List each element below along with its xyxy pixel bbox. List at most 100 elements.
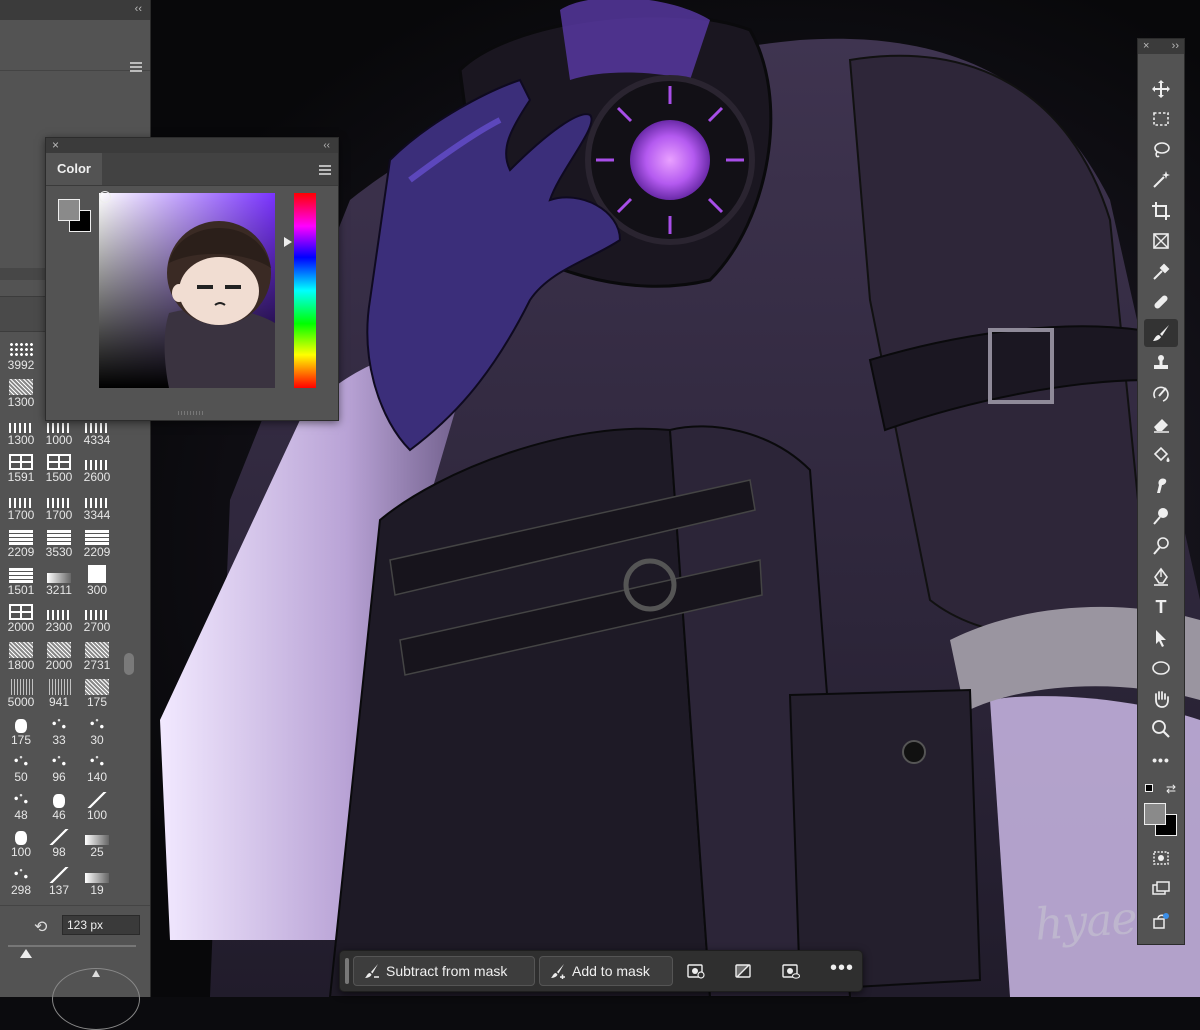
reset-angle-icon[interactable]: ⟲	[34, 917, 47, 937]
collapse-icon[interactable]: ‹‹	[135, 3, 142, 15]
lasso-tool-icon[interactable]	[1144, 136, 1178, 164]
brush-preset[interactable]: 2209	[2, 523, 40, 560]
brush-preset[interactable]: 1300	[2, 410, 40, 447]
brush-preset[interactable]: 298	[2, 860, 40, 897]
close-icon[interactable]: ×	[1143, 39, 1149, 54]
brush-preset[interactable]: 1300	[2, 373, 40, 410]
brush-preset[interactable]: 33	[40, 710, 78, 747]
brush-preset[interactable]: 140	[78, 748, 116, 785]
brush-preset[interactable]: 98	[40, 823, 78, 860]
pen-tool-icon[interactable]	[1144, 563, 1178, 591]
brush-preset[interactable]: 175	[78, 673, 116, 710]
paint-bucket-tool-icon[interactable]	[1144, 441, 1178, 469]
dodge-tool-icon[interactable]	[1144, 502, 1178, 530]
more-tools-icon[interactable]: •••	[1144, 746, 1178, 774]
history-brush-tool-icon[interactable]	[1144, 380, 1178, 408]
resize-grip[interactable]	[178, 411, 204, 415]
spot-healing-tool-icon[interactable]	[1144, 288, 1178, 316]
smudge-tool-icon[interactable]	[1144, 471, 1178, 499]
panel-menu-icon[interactable]	[130, 62, 142, 72]
brush-preset[interactable]: 19	[78, 860, 116, 897]
share-for-review-icon[interactable]	[1144, 907, 1178, 935]
brush-preset[interactable]: 1591	[2, 448, 40, 485]
brush-preset[interactable]: 1800	[2, 635, 40, 672]
brush-size-field[interactable]	[62, 915, 140, 935]
ellipse-tool-icon[interactable]	[1144, 654, 1178, 682]
brush-preset[interactable]: 137	[40, 860, 78, 897]
task-bar-grip[interactable]	[345, 958, 349, 984]
move-tool-icon[interactable]	[1144, 75, 1178, 103]
brush-preset[interactable]: 2300	[40, 598, 78, 635]
marquee-tool-icon[interactable]	[1144, 105, 1178, 133]
path-selection-tool-icon[interactable]	[1144, 624, 1178, 652]
brush-preset[interactable]: 2700	[78, 598, 116, 635]
magic-wand-tool-icon[interactable]	[1144, 166, 1178, 194]
mask-settings-icon[interactable]	[686, 961, 706, 981]
add-to-mask-button[interactable]: Add to mask	[539, 956, 673, 986]
foreground-color-swatch[interactable]	[58, 199, 80, 221]
brush-preset[interactable]: 2600	[78, 448, 116, 485]
brush-preset[interactable]: 50	[2, 748, 40, 785]
size-slider-knob[interactable]	[20, 949, 32, 958]
hand-tool-icon[interactable]	[1144, 685, 1178, 713]
brush-preset[interactable]: 100	[2, 823, 40, 860]
collapse-icon[interactable]: ‹‹	[323, 138, 330, 153]
brush-size-label: 2000	[45, 657, 73, 672]
brush-preset[interactable]: 2000	[40, 635, 78, 672]
collapse-icon[interactable]: ››	[1172, 39, 1179, 54]
hue-marker-icon[interactable]	[284, 237, 292, 247]
eyedropper-tool-icon[interactable]	[1144, 258, 1178, 286]
brush-preset[interactable]: 2731	[78, 635, 116, 672]
size-slider-track[interactable]	[8, 945, 136, 947]
brush-preset[interactable]: 46	[40, 785, 78, 822]
color-picker-cursor[interactable]	[99, 191, 111, 203]
brush-preset[interactable]: 1500	[40, 448, 78, 485]
type-tool-icon[interactable]: T	[1144, 593, 1178, 621]
brush-preset[interactable]: 48	[2, 785, 40, 822]
frame-tool-icon[interactable]	[1144, 227, 1178, 255]
panel-menu-icon[interactable]	[319, 165, 331, 177]
color-panel-title-bar[interactable]: × ‹‹	[46, 138, 338, 153]
default-colors-icon[interactable]	[1145, 784, 1153, 792]
brush-preset[interactable]: 941	[40, 673, 78, 710]
clone-stamp-tool-icon[interactable]	[1144, 349, 1178, 377]
sponge-tool-icon[interactable]	[1144, 532, 1178, 560]
brush-preset[interactable]: 96	[40, 748, 78, 785]
saturation-value-picker[interactable]	[99, 193, 275, 388]
brush-preset[interactable]: 30	[78, 710, 116, 747]
quick-mask-icon[interactable]	[1144, 844, 1178, 872]
foreground-color-swatch[interactable]	[1144, 803, 1166, 825]
zoom-tool-icon[interactable]	[1144, 715, 1178, 743]
brush-size-label: 175	[10, 732, 32, 747]
brush-preset[interactable]: 3992	[2, 335, 40, 372]
brush-angle-dial[interactable]	[52, 968, 140, 1030]
brush-preset[interactable]: 2209	[78, 523, 116, 560]
view-mask-icon[interactable]	[781, 961, 801, 981]
toolbar-title-bar[interactable]: × ››	[1138, 39, 1184, 54]
close-icon[interactable]: ×	[52, 138, 59, 153]
brush-preset[interactable]: 300	[78, 560, 116, 597]
more-options-icon[interactable]: •••	[830, 957, 854, 980]
hue-slider[interactable]	[294, 193, 316, 388]
eraser-tool-icon[interactable]	[1144, 410, 1178, 438]
brush-preset[interactable]: 25	[78, 823, 116, 860]
brush-preset[interactable]: 1700	[40, 485, 78, 522]
brush-tool-icon[interactable]	[1144, 319, 1178, 347]
brush-size-label: 1000	[45, 432, 73, 447]
brush-preset[interactable]: 1501	[2, 560, 40, 597]
brush-preset[interactable]: 2000	[2, 598, 40, 635]
tab-color[interactable]: Color	[46, 153, 102, 185]
brush-preset[interactable]: 3530	[40, 523, 78, 560]
brush-preset[interactable]: 100	[78, 785, 116, 822]
scrollbar-thumb[interactable]	[124, 653, 134, 675]
crop-tool-icon[interactable]	[1144, 197, 1178, 225]
subtract-from-mask-button[interactable]: Subtract from mask	[353, 956, 535, 986]
brush-preset[interactable]: 1700	[2, 485, 40, 522]
brush-preset[interactable]: 3211	[40, 560, 78, 597]
swap-colors-icon[interactable]: ⇄	[1166, 782, 1176, 796]
brush-preset[interactable]: 175	[2, 710, 40, 747]
invert-mask-icon[interactable]	[733, 961, 753, 981]
brush-preset[interactable]: 5000	[2, 673, 40, 710]
screen-mode-icon[interactable]	[1144, 874, 1178, 902]
brush-preset[interactable]: 3344	[78, 485, 116, 522]
